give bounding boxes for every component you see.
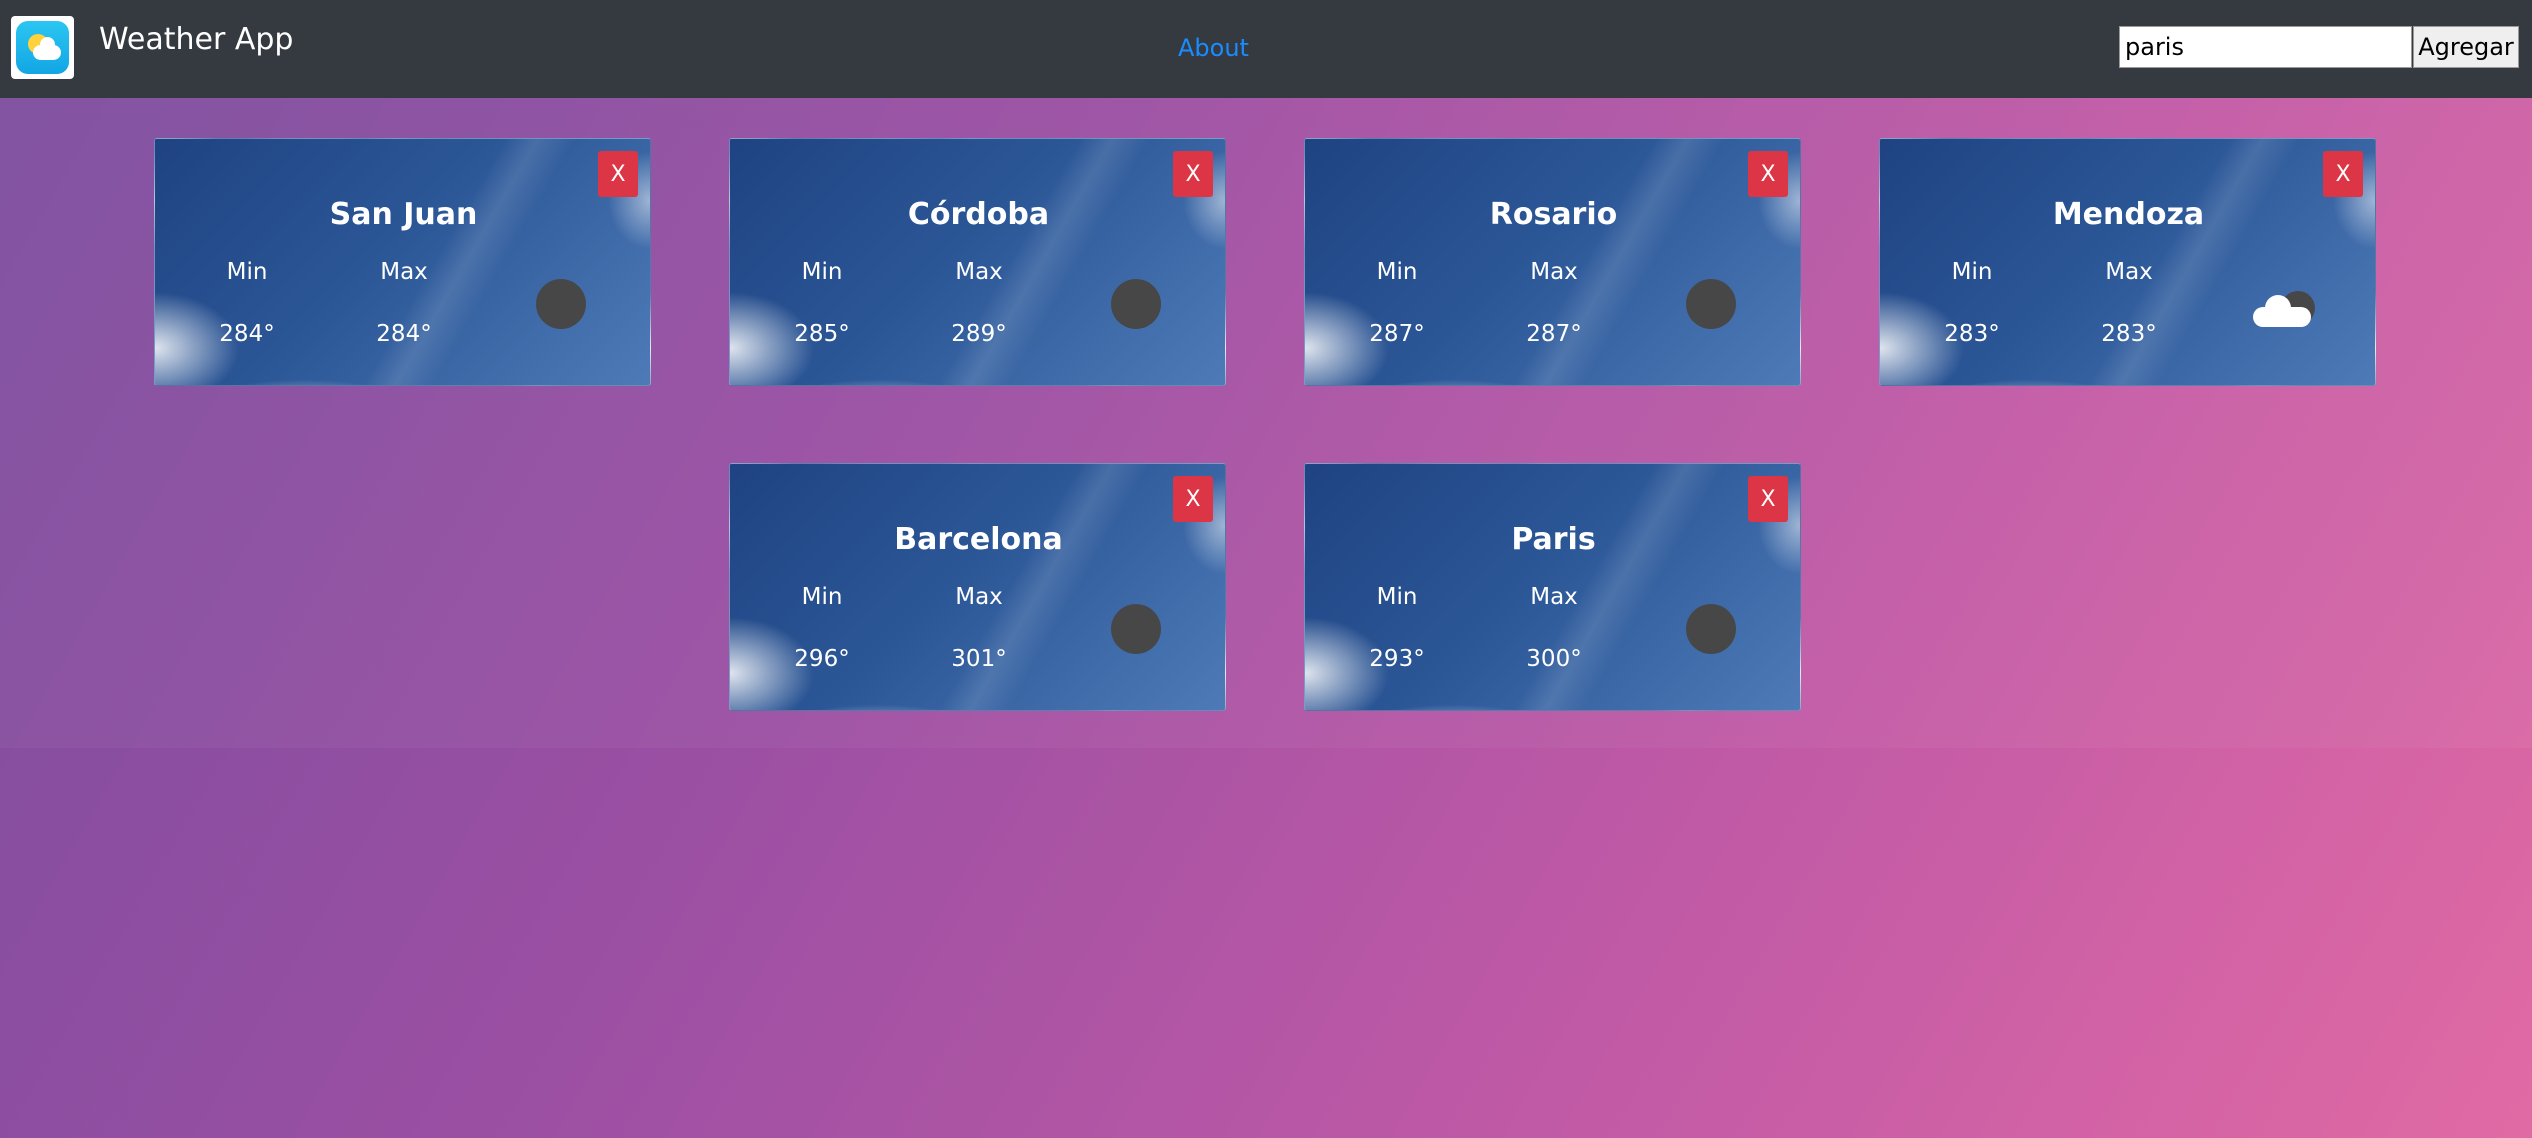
- weather-icon: [1111, 604, 1161, 654]
- close-card-button[interactable]: X: [2323, 151, 2363, 197]
- min-label: Min: [1376, 259, 1418, 285]
- weather-logo-icon: [16, 21, 69, 74]
- close-card-button[interactable]: X: [1173, 476, 1213, 522]
- cloud-moon-icon: [2253, 291, 2315, 331]
- min-temp: 296°: [794, 646, 850, 672]
- min-temp: 293°: [1369, 646, 1425, 672]
- max-label: Max: [955, 584, 1003, 610]
- weather-icon: [536, 279, 586, 329]
- city-name: Mendoza: [2052, 197, 2205, 232]
- add-city-button[interactable]: Agregar: [2413, 26, 2519, 68]
- max-label: Max: [380, 259, 428, 285]
- city-search-input[interactable]: [2119, 26, 2412, 68]
- city-name: Barcelona: [894, 522, 1063, 557]
- close-card-button[interactable]: X: [1748, 151, 1788, 197]
- weather-card-mendoza: X Mendoza Min Max 283° 283°: [1879, 138, 2376, 386]
- max-label: Max: [955, 259, 1003, 285]
- min-temp: 285°: [794, 321, 850, 347]
- max-label: Max: [2105, 259, 2153, 285]
- about-link[interactable]: About: [1178, 34, 1249, 62]
- max-temp: 300°: [1526, 646, 1582, 672]
- app-title[interactable]: Weather App: [99, 22, 293, 57]
- min-label: Min: [226, 259, 268, 285]
- close-card-button[interactable]: X: [598, 151, 638, 197]
- weather-icon: [1686, 279, 1736, 329]
- close-card-button[interactable]: X: [1748, 476, 1788, 522]
- min-temp: 283°: [1944, 321, 2000, 347]
- max-label: Max: [1530, 584, 1578, 610]
- weather-card-barcelona: X Barcelona Min Max 296° 301°: [729, 463, 1226, 711]
- weather-icon: [1686, 604, 1736, 654]
- max-temp: 283°: [2101, 321, 2157, 347]
- min-label: Min: [1951, 259, 1993, 285]
- min-temp: 284°: [219, 321, 275, 347]
- max-label: Max: [1530, 259, 1578, 285]
- app-logo[interactable]: [11, 16, 74, 79]
- city-name: San Juan: [329, 197, 478, 232]
- min-label: Min: [801, 584, 843, 610]
- weather-icon: [1111, 279, 1161, 329]
- weather-card-cordoba: X Córdoba Min Max 285° 289°: [729, 138, 1226, 386]
- min-label: Min: [801, 259, 843, 285]
- close-card-button[interactable]: X: [1173, 151, 1213, 197]
- city-name: Paris: [1511, 522, 1596, 557]
- max-temp: 287°: [1526, 321, 1582, 347]
- min-temp: 287°: [1369, 321, 1425, 347]
- city-name: Córdoba: [907, 197, 1050, 232]
- weather-card-san-juan: X San Juan Min Max 284° 284°: [154, 138, 651, 386]
- city-name: Rosario: [1489, 197, 1618, 232]
- max-temp: 289°: [951, 321, 1007, 347]
- min-label: Min: [1376, 584, 1418, 610]
- cards-container: X San Juan Min Max 284° 284° X Córdoba M…: [0, 98, 2532, 748]
- max-temp: 301°: [951, 646, 1007, 672]
- max-temp: 284°: [376, 321, 432, 347]
- weather-card-paris: X Paris Min Max 293° 300°: [1304, 463, 1801, 711]
- navbar: Weather App About Agregar: [0, 0, 2532, 98]
- weather-card-rosario: X Rosario Min Max 287° 287°: [1304, 138, 1801, 386]
